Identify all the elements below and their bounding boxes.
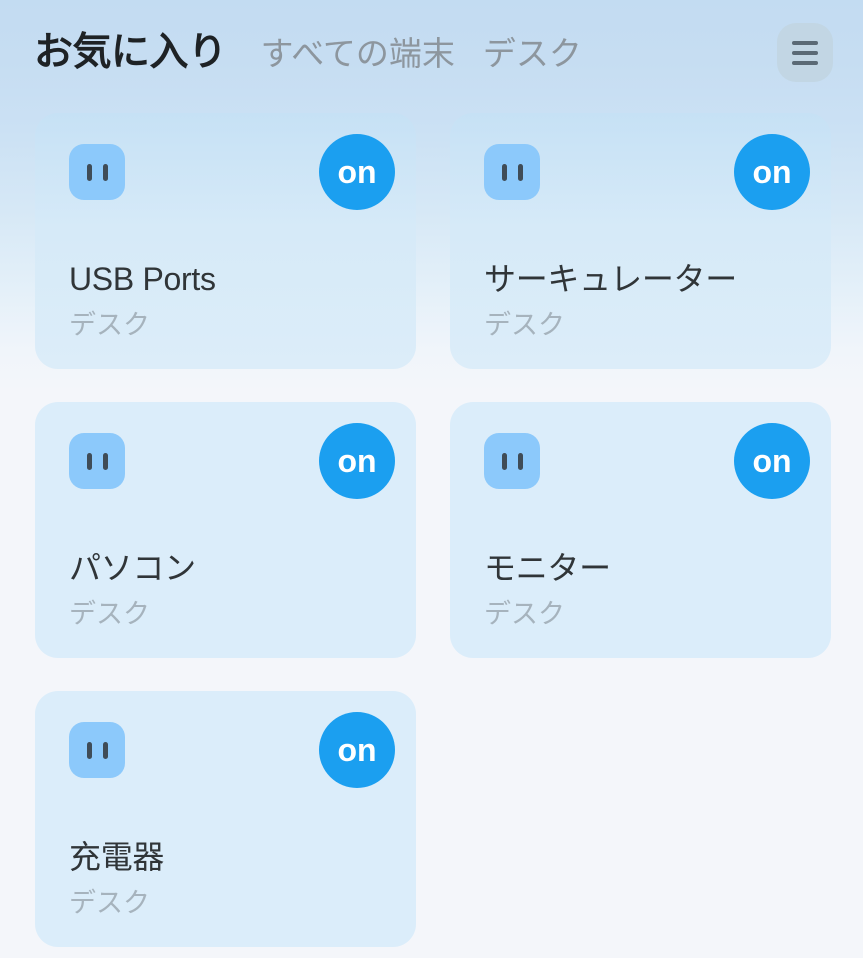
power-toggle-button[interactable]: on — [319, 712, 395, 788]
outlet-slot-right — [102, 741, 108, 759]
device-card-text: サーキュレーター デスク — [484, 261, 811, 341]
power-outlet-icon — [69, 722, 125, 778]
outlet-slot-left — [86, 163, 92, 181]
device-name: サーキュレーター — [484, 261, 737, 298]
power-toggle-button[interactable]: on — [734, 423, 810, 499]
outlet-slot-left — [86, 741, 92, 759]
tab-all-devices[interactable]: すべての端末 — [261, 37, 455, 70]
outlet-slot-left — [86, 452, 92, 470]
device-room: デスク — [69, 598, 150, 629]
tab-desk[interactable]: デスク — [483, 37, 582, 70]
device-room: デスク — [484, 309, 565, 340]
device-room: デスク — [484, 598, 565, 629]
outlet-slot-right — [517, 452, 523, 470]
tab-bar: お気に入り すべての端末 デスク — [34, 33, 610, 72]
device-name: モニター — [484, 550, 611, 587]
power-outlet-icon — [69, 144, 125, 200]
hamburger-menu-icon — [792, 40, 818, 45]
hamburger-menu-button[interactable] — [777, 23, 833, 82]
device-card[interactable]: on 充電器 デスク — [35, 691, 416, 947]
device-name: パソコン — [69, 550, 196, 587]
power-toggle-button[interactable]: on — [319, 134, 395, 210]
device-name: USB Ports — [69, 261, 216, 298]
power-outlet-icon — [484, 144, 540, 200]
device-card-text: 充電器 デスク — [69, 839, 396, 919]
power-toggle-button[interactable]: on — [734, 134, 810, 210]
outlet-slot-right — [102, 163, 108, 181]
outlet-slot-left — [501, 163, 507, 181]
app-header: お気に入り すべての端末 デスク — [0, 0, 863, 104]
hamburger-menu-icon-line-2 — [792, 50, 818, 55]
device-card[interactable]: on モニター デスク — [450, 402, 831, 658]
hamburger-menu-icon-line-3 — [792, 60, 818, 65]
device-card[interactable]: on パソコン デスク — [35, 402, 416, 658]
outlet-slot-right — [517, 163, 523, 181]
smart-home-app: お気に入り すべての端末 デスク on USB Ports デスク on サーキ… — [0, 0, 863, 958]
outlet-slot-right — [102, 452, 108, 470]
power-outlet-icon — [484, 433, 540, 489]
device-card-text: USB Ports デスク — [69, 261, 396, 341]
outlet-slot-left — [501, 452, 507, 470]
device-card[interactable]: on サーキュレーター デスク — [450, 113, 831, 369]
device-room: デスク — [69, 309, 150, 340]
power-outlet-icon — [69, 433, 125, 489]
device-room: デスク — [69, 887, 150, 918]
device-name: 充電器 — [69, 839, 165, 876]
tab-favorites[interactable]: お気に入り — [34, 33, 227, 72]
device-card[interactable]: on USB Ports デスク — [35, 113, 416, 369]
device-grid: on USB Ports デスク on サーキュレーター デスク on パソコン… — [0, 104, 863, 947]
device-card-text: パソコン デスク — [69, 550, 396, 630]
power-toggle-button[interactable]: on — [319, 423, 395, 499]
device-card-text: モニター デスク — [484, 550, 811, 630]
